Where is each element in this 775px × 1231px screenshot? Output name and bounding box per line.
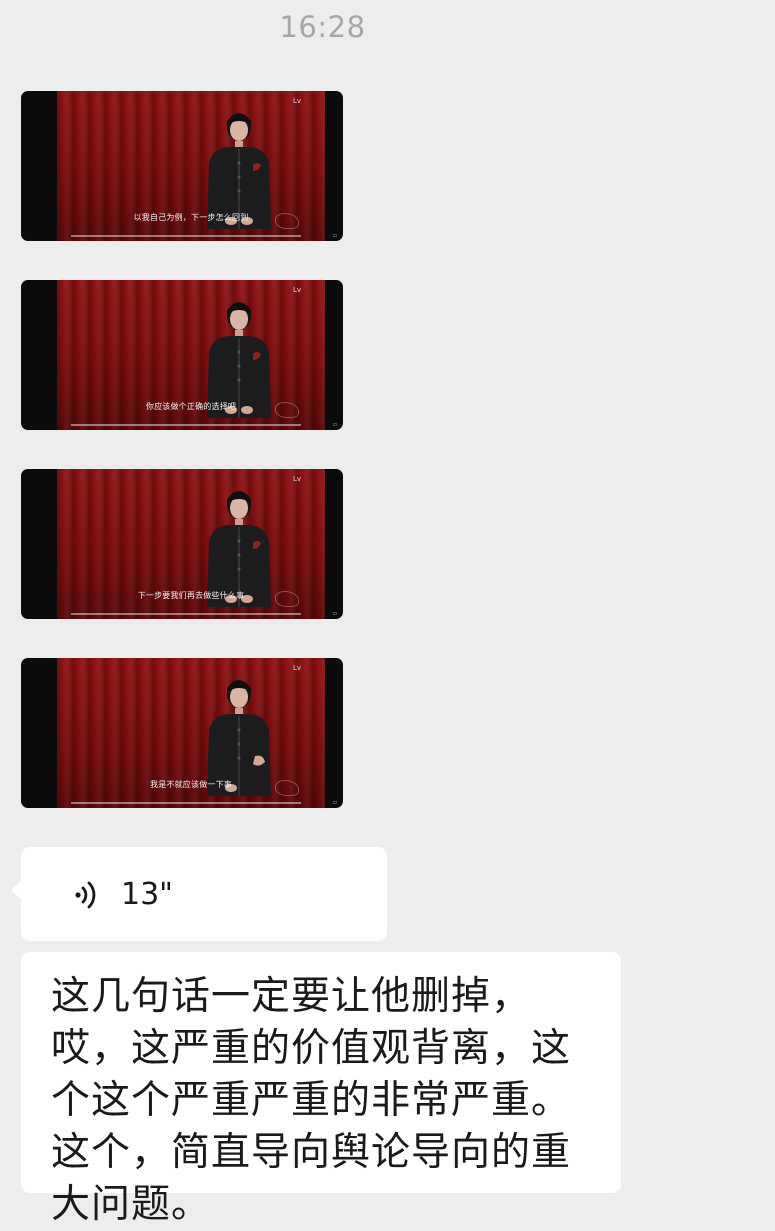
fullscreen-icon: ▫	[332, 421, 337, 428]
video-message[interactable]: Lv 你应该做个正确的选择吧 ▫	[21, 280, 343, 430]
channel-logo: Lv	[292, 286, 301, 294]
voice-wave-icon	[75, 881, 96, 909]
video-subtitle: 我是不就应该做一下事	[150, 780, 232, 789]
video-progress-bar	[71, 802, 301, 804]
channel-logo: Lv	[292, 97, 301, 105]
video-progress-bar	[71, 424, 301, 426]
channel-logo: Lv	[292, 475, 301, 483]
video-subtitle: 以我自己为例，下一步怎么回到	[133, 213, 249, 222]
channel-logo: Lv	[292, 664, 301, 672]
video-message[interactable]: Lv 以我自己为例，下一步怎么回到 ▫	[21, 91, 343, 241]
video-subtitle: 下一步要我们再去做些什么事	[137, 591, 245, 600]
message-timestamp: 16:28	[279, 10, 366, 44]
message-text: 这几句话一定要让他删掉，哎，这严重的价值观背离，这个这个严重严重的非常严重。这个…	[51, 974, 572, 1227]
fullscreen-icon: ▫	[332, 610, 337, 617]
video-frame: Lv 下一步要我们再去做些什么事	[57, 469, 325, 619]
bubble-tail	[11, 880, 22, 900]
video-message[interactable]: Lv 下一步要我们再去做些什么事 ▫	[21, 469, 343, 619]
fullscreen-icon: ▫	[332, 799, 337, 806]
text-message-bubble[interactable]: 这几句话一定要让他删掉，哎，这严重的价值观背离，这个这个严重严重的非常严重。这个…	[21, 952, 621, 1227]
voice-message-bubble[interactable]: 13"	[11, 847, 387, 941]
video-message[interactable]: Lv 我是不就应该做一下事 ▫	[21, 658, 343, 808]
video-frame: Lv 你应该做个正确的选择吧	[57, 280, 325, 430]
video-subtitle: 你应该做个正确的选择吧	[145, 402, 237, 411]
video-frame: Lv 以我自己为例，下一步怎么回到	[57, 91, 325, 241]
video-progress-bar	[71, 613, 301, 615]
video-progress-bar	[71, 235, 301, 237]
fullscreen-icon: ▫	[332, 232, 337, 239]
video-frame: Lv 我是不就应该做一下事	[57, 658, 325, 808]
voice-duration: 13"	[121, 877, 173, 912]
